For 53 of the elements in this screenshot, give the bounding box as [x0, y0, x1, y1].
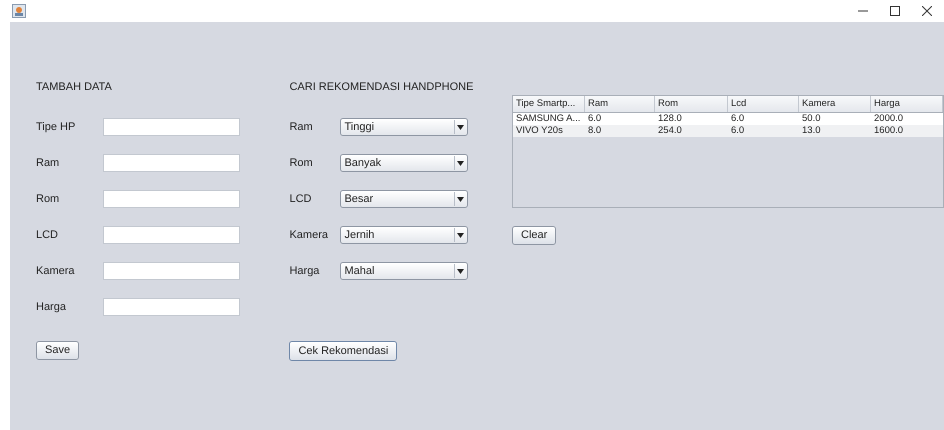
- table-cell-text: 6.0: [730, 113, 746, 125]
- column-header[interactable]: Lcd: [728, 96, 799, 112]
- caret-icon: [457, 196, 464, 202]
- column-header[interactable]: Tipe Smartp...: [513, 96, 585, 112]
- dropdown[interactable]: Tinggi: [340, 118, 468, 136]
- table-cell-text: 2000.0: [873, 113, 904, 125]
- column-header[interactable]: Rom: [655, 96, 728, 112]
- table-cell-text: 50.0: [801, 113, 822, 125]
- text-field[interactable]: [103, 262, 240, 280]
- field-label: Harga: [289, 264, 320, 279]
- dropdown[interactable]: Besar: [340, 190, 468, 208]
- field-label: Ram: [36, 156, 60, 171]
- table-cell-text: 128.0: [657, 113, 683, 125]
- save-button[interactable]: Save: [36, 341, 80, 360]
- text-field[interactable]: [103, 118, 240, 136]
- table-cell-text: 6.0: [587, 113, 602, 125]
- maximize-icon[interactable]: [890, 6, 900, 16]
- table-cell-text: SAMSUNG A...: [515, 113, 582, 125]
- field-label: Ram: [289, 120, 314, 135]
- field-label: Rom: [36, 192, 60, 207]
- table-cell-text: 13.0: [801, 125, 822, 137]
- table-cell-text: 254.0: [657, 125, 683, 137]
- caret-icon: [457, 124, 464, 130]
- text-field[interactable]: [103, 226, 240, 244]
- clear-button[interactable]: Clear: [512, 226, 556, 245]
- table-cell-text: 8.0: [587, 125, 602, 137]
- field-label: Tipe HP: [36, 120, 76, 135]
- field-label: LCD: [36, 228, 60, 243]
- caret-icon: [457, 268, 464, 274]
- close-icon[interactable]: [922, 6, 932, 16]
- section-title: CARI REKOMENDASI HANDPHONE: [289, 80, 474, 94]
- field-label: Kamera: [289, 228, 329, 243]
- column-header[interactable]: Harga: [871, 96, 943, 112]
- caret-icon: [457, 232, 464, 238]
- dropdown[interactable]: Banyak: [340, 154, 468, 172]
- section-title: TAMBAH DATA: [36, 80, 113, 94]
- dropdown[interactable]: Jernih: [340, 226, 468, 244]
- column-header[interactable]: Kamera: [799, 96, 871, 112]
- text-field[interactable]: [103, 298, 240, 316]
- field-label: Kamera: [36, 264, 76, 279]
- table-cell-text: VIVO Y20s: [515, 125, 564, 137]
- field-label: Harga: [36, 300, 67, 315]
- table-cell-text: 1600.0: [873, 125, 904, 137]
- text-field[interactable]: [103, 154, 240, 172]
- app-icon: [12, 4, 26, 18]
- field-label: Rom: [289, 156, 314, 171]
- cek-rekomendasi-button[interactable]: Cek Rekomendasi: [289, 341, 398, 361]
- dropdown[interactable]: Mahal: [340, 262, 468, 280]
- column-header[interactable]: Ram: [585, 96, 655, 112]
- caret-icon: [457, 160, 464, 166]
- table-cell-text: 6.0: [730, 125, 746, 137]
- field-label: LCD: [289, 192, 312, 207]
- text-field[interactable]: [103, 190, 240, 208]
